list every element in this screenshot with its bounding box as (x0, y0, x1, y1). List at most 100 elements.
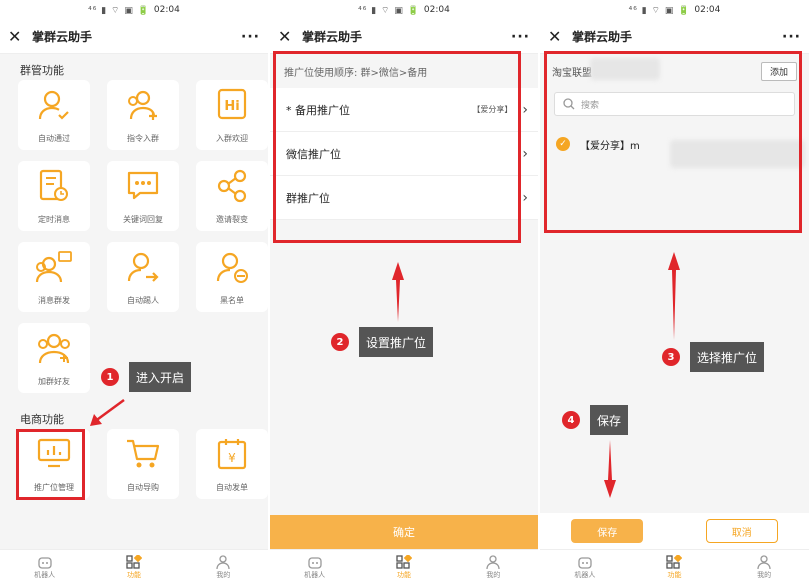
step-callout-1: 进入开启 (129, 362, 192, 392)
confirm-button[interactable]: 确定 (270, 515, 538, 549)
chevron-right-icon: › (522, 145, 528, 162)
tab-bar: 机器人 功能 我的 (540, 549, 809, 585)
save-button[interactable]: 保存 (571, 519, 644, 543)
share-icon (217, 169, 247, 203)
tile-blacklist[interactable]: 黑名单 (196, 242, 268, 312)
more-icon[interactable]: ··· (511, 29, 530, 45)
tile-keyword-reply[interactable]: 关键词回复 (107, 161, 179, 231)
tab-label: 机器人 (304, 571, 326, 579)
svg-text:Hi: Hi (224, 99, 239, 114)
person-icon (486, 555, 500, 569)
tab-features[interactable]: 功能 (104, 555, 164, 580)
tab-label: 我的 (757, 571, 772, 579)
arrow-down-icon (604, 440, 616, 498)
cart-icon (127, 439, 160, 468)
tab-robot[interactable]: 机器人 (15, 555, 75, 580)
tab-mine[interactable]: 我的 (193, 555, 253, 580)
tile-auto-post[interactable]: ¥ 自动发单 (196, 429, 268, 499)
tile-command-join[interactable]: 指令入群 (107, 80, 179, 150)
status-icons: ⁴⁶ ▮ ⌔ ▣ 🔋 (358, 5, 420, 16)
tile-label: 消息群发 (38, 296, 70, 305)
more-icon[interactable]: ··· (241, 29, 260, 45)
tile-scheduled-message[interactable]: 定时消息 (18, 161, 90, 231)
step-badge-2: 2 (331, 333, 349, 351)
chat-dots-icon (127, 171, 159, 200)
tile-add-friends[interactable]: 加群好友 (18, 323, 90, 393)
app-title: 掌群云助手 (32, 30, 93, 44)
more-icon[interactable]: ··· (782, 29, 801, 45)
tile-label: 自动通过 (38, 134, 70, 143)
tile-label: 黑名单 (220, 296, 244, 305)
tile-label: 入群欢迎 (216, 134, 248, 143)
app-bar: ✕ 掌群云助手 ··· (270, 20, 538, 54)
tab-label: 功能 (667, 571, 682, 579)
group-add-icon (38, 333, 70, 364)
app-title: 掌群云助手 (572, 30, 633, 44)
tab-label: 功能 (396, 571, 411, 579)
tile-auto-guide[interactable]: 自动导购 (107, 429, 179, 499)
robot-icon (38, 557, 52, 569)
tile-auto-approve[interactable]: 自动通过 (18, 80, 90, 150)
arrow-icon (90, 398, 125, 426)
chevron-right-icon: › (522, 189, 528, 206)
tab-bar: 机器人 功能 我的 (0, 549, 268, 585)
step-callout-2: 设置推广位 (359, 327, 434, 357)
tile-label: 自动导购 (127, 483, 159, 492)
app-bar: ✕ 掌群云助手 ··· (540, 20, 809, 54)
arrow-up-icon (392, 262, 404, 322)
tab-label: 机器人 (34, 571, 56, 579)
step-badge-1: 1 (101, 368, 119, 386)
chevron-right-icon: › (522, 101, 528, 118)
robot-icon (308, 557, 322, 569)
user-block-icon (216, 252, 248, 283)
hi-icon: Hi (217, 88, 247, 120)
tile-label: 定时消息 (38, 215, 70, 224)
status-bar: ⁴⁶ ▮ ⌔ ▣ 🔋 02:04 (270, 0, 538, 20)
group-message-icon (35, 251, 72, 283)
close-icon[interactable]: ✕ (548, 27, 568, 46)
group-feature-grid: 自动通过 指令入群 Hi 入群欢迎 定时消息 关键词回复 邀请裂变 消息群发 自 (0, 78, 268, 393)
calendar-yen-icon: ¥ (217, 439, 247, 470)
section-title-ecom: 电商功能 (20, 413, 64, 426)
step-callout-3: 选择推广位 (690, 342, 765, 372)
tab-robot[interactable]: 机器人 (555, 555, 615, 580)
status-bar: ⁴⁶ ▮ ⌔ ▣ 🔋 02:04 (540, 0, 809, 20)
tab-features[interactable]: 功能 (374, 555, 434, 580)
close-icon[interactable]: ✕ (8, 27, 28, 46)
tile-label: 自动踢人 (127, 296, 159, 305)
tab-bar: 机器人 功能 我的 (270, 549, 538, 585)
tab-features[interactable]: 功能 (644, 555, 704, 580)
step-callout-4: 保存 (590, 405, 629, 435)
section-title-group: 群管功能 (20, 64, 64, 77)
highlight-box-promo-settings (273, 51, 521, 243)
tile-auto-kick[interactable]: 自动踢人 (107, 242, 179, 312)
doc-clock-icon (39, 169, 68, 201)
tile-join-welcome[interactable]: Hi 入群欢迎 (196, 80, 268, 150)
action-bar: 保存 取消 (540, 513, 809, 549)
tab-label: 机器人 (574, 571, 596, 579)
grid-icon (666, 555, 683, 569)
tile-invite-fission[interactable]: 邀请裂变 (196, 161, 268, 231)
tab-mine[interactable]: 我的 (734, 555, 794, 580)
tab-mine[interactable]: 我的 (463, 555, 523, 580)
tile-broadcast[interactable]: 消息群发 (18, 242, 90, 312)
svg-text:¥: ¥ (228, 451, 236, 465)
person-icon (757, 555, 771, 569)
close-icon[interactable]: ✕ (278, 27, 298, 46)
tile-label: 邀请裂变 (216, 215, 248, 224)
user-kick-icon (127, 252, 159, 282)
status-time: 02:04 (153, 5, 180, 15)
highlight-box-promo-manage (16, 429, 85, 500)
tab-robot[interactable]: 机器人 (285, 555, 345, 580)
status-icons: ⁴⁶ ▮ ⌔ ▣ 🔋 (628, 5, 691, 16)
users-add-icon (128, 90, 157, 120)
tab-label: 我的 (216, 571, 231, 579)
person-icon (216, 555, 230, 569)
tile-label: 加群好友 (38, 377, 70, 386)
tile-label: 指令入群 (127, 134, 159, 143)
tab-label: 功能 (126, 571, 141, 579)
cancel-button[interactable]: 取消 (705, 519, 778, 543)
status-bar: ⁴⁶ ▮ ⌔ ▣ 🔋 02:04 (0, 0, 268, 20)
user-check-icon (38, 90, 69, 120)
tile-label: 关键词回复 (123, 215, 163, 224)
